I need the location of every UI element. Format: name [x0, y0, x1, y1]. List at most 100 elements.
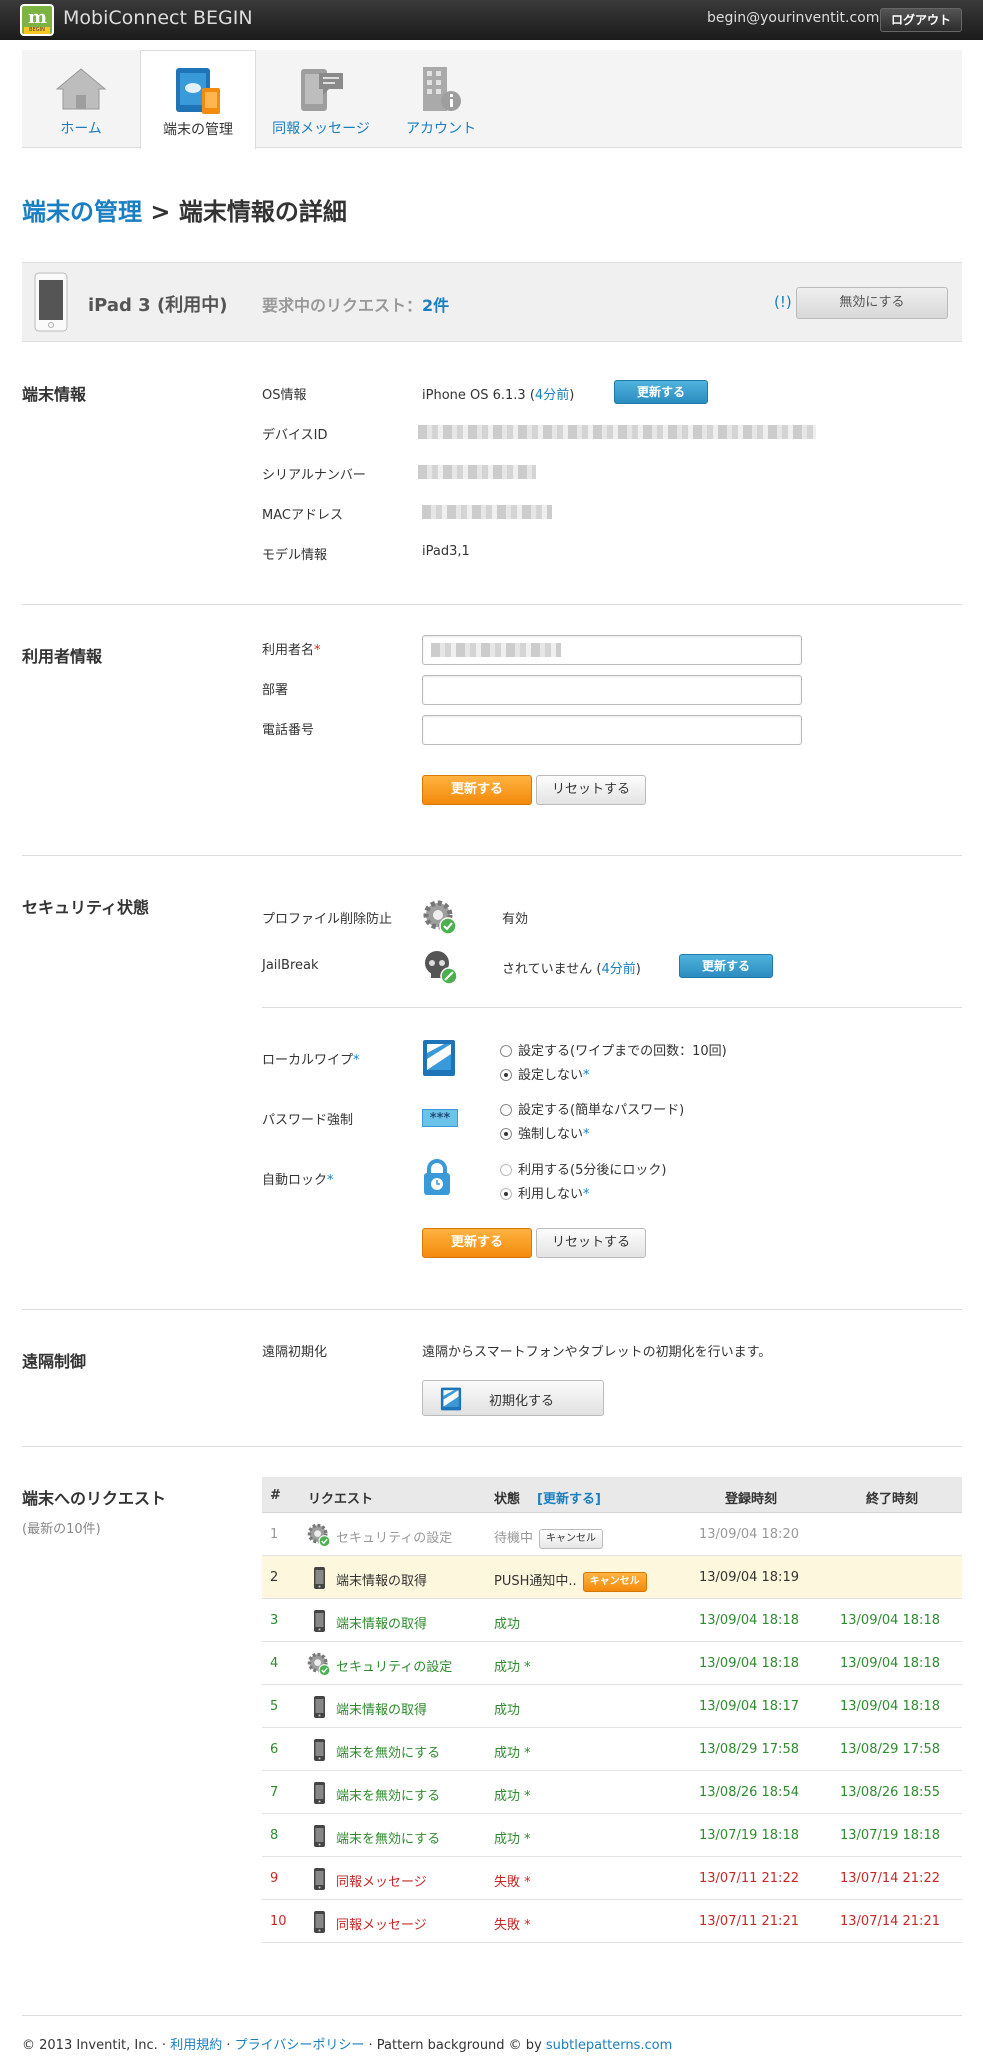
- table-row: 9 同報メッセージ 失敗 * 13/07/11 21:22 13/07/14 21:22: [262, 1857, 962, 1900]
- pending-requests-label: 要求中のリクエスト：: [262, 296, 423, 315]
- autolock-option-use-label: 利用する(5分後にロック): [518, 1163, 667, 1178]
- radio-button-selected[interactable]: [500, 1188, 512, 1200]
- row-request: セキュリティの設定: [336, 1531, 453, 1546]
- row-finished: 13/09/04 18:18: [840, 1656, 940, 1671]
- password-option-none-label: 強制しない: [518, 1127, 584, 1142]
- phone-icon: [306, 1737, 332, 1767]
- tab-devices-label: 端末の管理: [163, 122, 233, 138]
- radio-button[interactable]: [500, 1045, 512, 1057]
- row-status-text: 成功: [494, 1703, 521, 1718]
- row-registered: 13/07/11 21:22: [699, 1871, 799, 1886]
- col-finished: 終了時刻: [866, 1492, 919, 1507]
- privacy-link[interactable]: プライバシーポリシー: [235, 2038, 365, 2053]
- terms-link[interactable]: 利用規約: [170, 2038, 222, 2053]
- pending-requests: 要求中のリクエスト：2件: [262, 292, 449, 316]
- local-wipe-option-none-label: 設定しない: [518, 1068, 584, 1083]
- autolock-option-none[interactable]: 利用しない*: [500, 1183, 590, 1202]
- user-name-label: 利用者名*: [262, 639, 321, 658]
- tab-account[interactable]: アカウント: [386, 50, 496, 148]
- divider: [22, 855, 962, 856]
- row-request: 端末情報の取得: [336, 1703, 428, 1718]
- radio-button-selected[interactable]: [500, 1069, 512, 1081]
- jailbreak-age-link[interactable]: 4分前: [601, 962, 635, 977]
- disable-info-link[interactable]: (!): [774, 293, 792, 311]
- wipe-icon: [440, 1387, 462, 1411]
- row-registered: 13/09/04 18:17: [699, 1699, 799, 1714]
- jailbreak-label: JailBreak: [262, 958, 319, 973]
- password-option-set[interactable]: 設定する(簡単なパスワード): [500, 1099, 684, 1118]
- jailbreak-update-button[interactable]: 更新する: [679, 954, 773, 978]
- user-name-input[interactable]: [422, 635, 802, 665]
- mac-value-redacted: [422, 505, 552, 519]
- user-name-value-redacted: [431, 643, 561, 657]
- tab-home[interactable]: ホーム: [22, 50, 140, 148]
- user-reset-button[interactable]: リセットする: [536, 775, 646, 805]
- os-age-link[interactable]: 4分前: [535, 388, 569, 403]
- jailbreak-close: ): [635, 962, 641, 977]
- remote-init-button[interactable]: 初期化する: [422, 1380, 604, 1416]
- breadcrumb-devices[interactable]: 端末の管理: [22, 198, 142, 226]
- security-reset-button[interactable]: リセットする: [536, 1228, 646, 1258]
- refresh-requests-link[interactable]: [更新する]: [537, 1488, 601, 1507]
- logo-badge: BEGIN: [24, 27, 50, 34]
- devices-icon: [176, 68, 220, 114]
- table-row: 2 端末情報の取得 PUSH通知中.. キャンセル 13/09/04 18:19: [262, 1556, 962, 1599]
- row-status: 成功 *: [494, 1828, 531, 1847]
- cancel-request-button[interactable]: キャンセル: [582, 1572, 647, 1592]
- local-wipe-option-set-label: 設定する(ワイプまでの回数：10回): [518, 1044, 727, 1059]
- divider: [22, 1309, 962, 1310]
- local-wipe-label: ローカルワイプ*: [262, 1049, 360, 1068]
- col-request: リクエスト: [308, 1492, 374, 1507]
- os-update-button[interactable]: 更新する: [614, 380, 708, 404]
- page-title: 端末の管理 > 端末情報の詳細: [22, 192, 347, 227]
- row-num: 1: [270, 1527, 279, 1542]
- cancel-request-button[interactable]: キャンセル: [539, 1529, 604, 1549]
- local-wipe-option-none[interactable]: 設定しない*: [500, 1064, 590, 1083]
- radio-button-selected[interactable]: [500, 1128, 512, 1140]
- row-request: 同報メッセージ: [336, 1918, 427, 1933]
- logout-button[interactable]: ログアウト: [880, 8, 962, 32]
- app-logo[interactable]: m BEGIN: [20, 4, 54, 36]
- row-request: 端末情報の取得: [336, 1574, 428, 1589]
- table-row: 1 セキュリティの設定 待機中 キャンセル 13/09/04 18:20: [262, 1513, 962, 1556]
- phone-icon: [306, 1823, 332, 1853]
- row-status: 成功: [494, 1613, 520, 1632]
- ipad-icon: [34, 272, 68, 332]
- requests-subtitle: (最新の10件): [22, 1522, 101, 1537]
- password-option-none[interactable]: 強制しない*: [500, 1123, 590, 1142]
- divider: [262, 1007, 962, 1008]
- password-icon: ***: [422, 1109, 458, 1127]
- department-input[interactable]: [422, 675, 802, 705]
- row-status: 成功 *: [494, 1656, 531, 1675]
- security-update-button[interactable]: 更新する: [422, 1228, 532, 1258]
- password-label: パスワード強制: [262, 1113, 354, 1128]
- phone-input[interactable]: [422, 715, 802, 745]
- department-label: 部署: [262, 683, 289, 698]
- table-row: 4 セキュリティの設定 成功 * 13/09/04 18:18 13/09/04 18:…: [262, 1642, 962, 1685]
- phone-icon: [306, 1780, 332, 1810]
- tab-broadcast[interactable]: 同報メッセージ: [256, 50, 386, 148]
- footer-sep: ·: [222, 2038, 235, 2053]
- row-num: 10: [270, 1914, 287, 1929]
- row-registered: 13/09/04 18:18: [699, 1656, 799, 1671]
- user-update-button[interactable]: 更新する: [422, 775, 532, 805]
- row-num: 9: [270, 1871, 279, 1886]
- footer-divider: [22, 2015, 962, 2016]
- row-num: 7: [270, 1785, 279, 1800]
- radio-button[interactable]: [500, 1104, 512, 1116]
- autolock-label: 自動ロック*: [262, 1169, 334, 1188]
- row-status-text: 失敗 *: [494, 1875, 531, 1890]
- tab-devices[interactable]: 端末の管理: [140, 50, 256, 149]
- remote-control-title: 遠隔制御: [22, 1352, 87, 1371]
- row-finished: 13/07/19 18:18: [840, 1828, 940, 1843]
- row-registered: 13/09/04 18:19: [699, 1570, 799, 1585]
- radio-button[interactable]: [500, 1164, 512, 1176]
- row-finished: 13/07/14 21:21: [840, 1914, 940, 1929]
- local-wipe-option-set[interactable]: 設定する(ワイプまでの回数：10回): [500, 1040, 727, 1059]
- star: *: [583, 1187, 590, 1202]
- subtlepatterns-link[interactable]: subtlepatterns.com: [546, 2038, 672, 2053]
- col-num: #: [270, 1488, 281, 1503]
- autolock-option-use[interactable]: 利用する(5分後にロック): [500, 1159, 666, 1178]
- divider: [22, 1446, 962, 1447]
- disable-device-button[interactable]: 無効にする: [796, 287, 948, 319]
